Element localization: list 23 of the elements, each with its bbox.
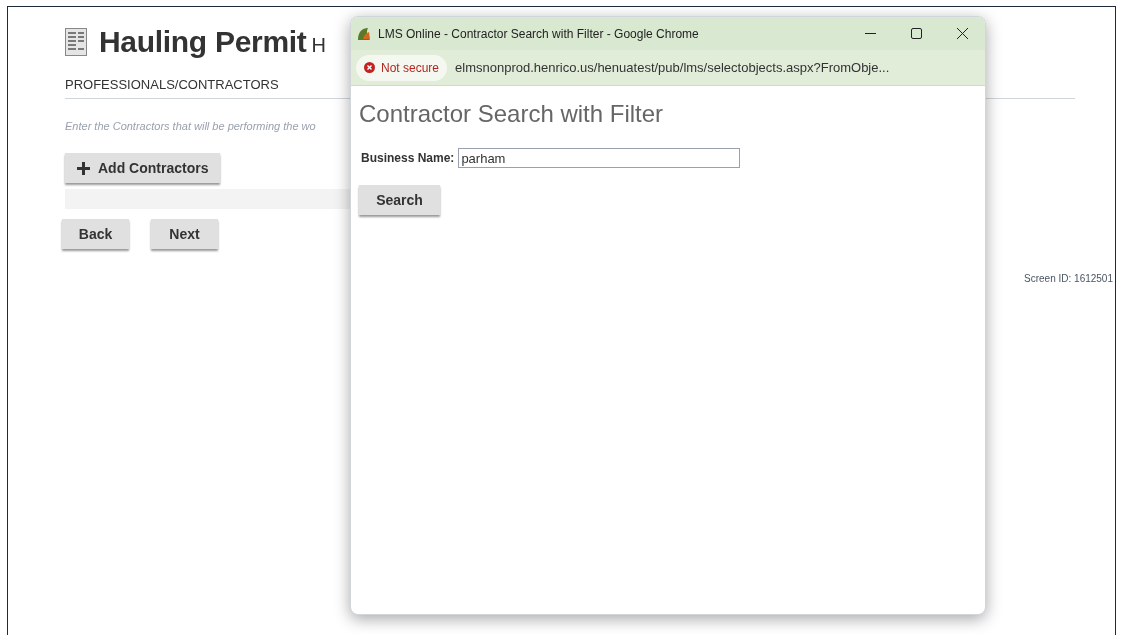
page-subtitle: H: [311, 33, 326, 58]
url-text[interactable]: elmsnonprod.henrico.us/henuatest/pub/lms/selectobjects.aspx?FromObje...: [455, 57, 890, 78]
security-chip[interactable]: Not secure: [356, 54, 448, 81]
nav-button[interactable]: Back: [62, 219, 129, 249]
close-icon: [956, 28, 968, 39]
business-name-field[interactable]: parham: [458, 148, 741, 168]
window-title: LMS Online - Contractor Search with Filter - Google Chrome: [378, 25, 699, 43]
page-title: Hauling Permit: [99, 24, 307, 60]
instructions-text: Enter the Contractors that will be performing the wo: [65, 120, 316, 132]
nav-button[interactable]: Next: [151, 219, 218, 249]
search-button[interactable]: Search: [359, 185, 440, 215]
maximize-icon: [910, 28, 922, 39]
app-logo-icon: [356, 25, 372, 42]
error-icon: [364, 62, 375, 73]
popup-heading: Contractor Search with Filter: [359, 100, 664, 127]
plus-icon: [77, 161, 90, 175]
security-label: Not secure: [381, 59, 440, 77]
minimize-icon: [864, 32, 876, 35]
field-label: Business Name:: [361, 150, 455, 167]
screen-id: Screen ID: 1612501: [1024, 272, 1113, 286]
section-heading: PROFESSIONALS/CONTRACTORS: [65, 77, 279, 92]
add-contractors-button[interactable]: Add Contractors: [65, 153, 221, 183]
document-icon: [65, 27, 87, 56]
